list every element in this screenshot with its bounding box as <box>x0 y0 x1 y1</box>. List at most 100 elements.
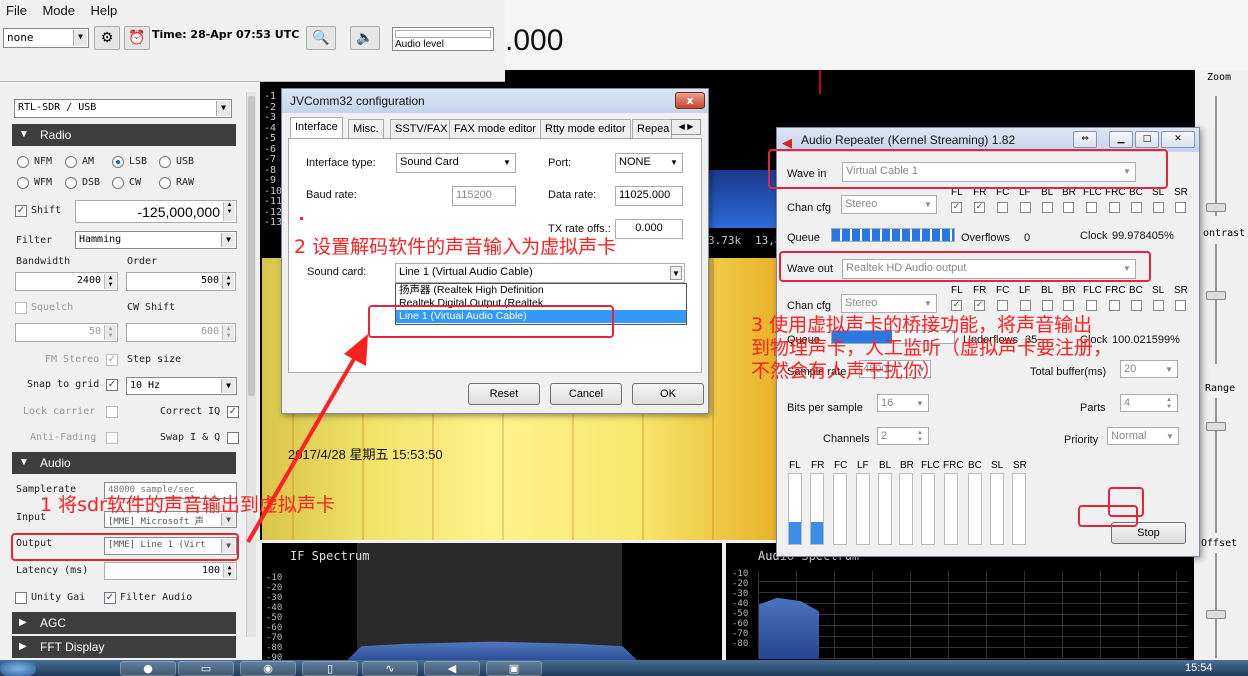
tab-misc[interactable]: Misc. <box>348 119 384 139</box>
maximize-button[interactable]: □ <box>1135 131 1159 148</box>
channels-input[interactable]: 2 ▲ ▼ <box>877 427 929 445</box>
lock-carrier-checkbox[interactable] <box>106 406 118 418</box>
close-button[interactable]: ✕ <box>1161 131 1195 148</box>
port-select[interactable]: NONE ▼ <box>615 153 683 173</box>
agc-section-header[interactable]: ▶ AGC <box>12 612 236 634</box>
channel-checkbox[interactable] <box>997 202 1008 213</box>
spin-icon[interactable]: ▲ ▼ <box>222 274 234 289</box>
channel-checkbox[interactable] <box>1109 202 1120 213</box>
channel-checkbox[interactable] <box>1153 300 1164 311</box>
tab-scroll-buttons[interactable]: ◀ ▶ <box>671 119 701 135</box>
bits-per-sample-select[interactable]: 16 ▼ <box>877 394 929 412</box>
channel-checkbox[interactable] <box>1153 202 1164 213</box>
taskbar-repeater[interactable]: ◀ <box>424 661 480 676</box>
data-rate-input[interactable]: 11025.000 <box>615 186 683 206</box>
bandwidth-input[interactable]: 2400 ▲ ▼ <box>15 272 118 291</box>
total-buffer-select[interactable]: 20 ▼ <box>1120 360 1178 378</box>
mode-wfm-radio[interactable] <box>17 177 29 189</box>
if-spectrum[interactable]: IF Spectrum -10 -20 -30 -40 -50 -60 -70 … <box>262 543 722 663</box>
minimize-button[interactable]: ▁ <box>1109 131 1133 148</box>
tab-repeater[interactable]: Repea <box>632 119 672 139</box>
priority-select[interactable]: Normal ▼ <box>1107 427 1179 445</box>
channel-checkbox[interactable] <box>997 300 1008 311</box>
mode-am-radio[interactable] <box>65 156 77 168</box>
tab-interface[interactable]: Interface <box>290 117 343 139</box>
device-select[interactable]: RTL-SDR / USB ▼ <box>14 99 232 118</box>
mode-raw-radio[interactable] <box>159 177 171 189</box>
step-size-select[interactable]: 10 Hz ▼ <box>126 377 237 395</box>
mode-cw-radio[interactable] <box>112 177 124 189</box>
channel-checkbox[interactable]: ✓ <box>974 300 985 311</box>
resize-button[interactable]: ⇔ <box>1073 131 1097 148</box>
channel-checkbox[interactable] <box>1131 300 1142 311</box>
taskbar-firefox[interactable]: ● <box>120 661 176 676</box>
anti-fading-checkbox[interactable] <box>106 432 118 444</box>
sound-card-option[interactable]: 扬声器 (Realtek High Definition <box>396 284 686 297</box>
channel-checkbox[interactable] <box>1175 202 1186 213</box>
swap-iq-checkbox[interactable] <box>227 432 239 444</box>
channel-checkbox[interactable]: ✓ <box>974 202 985 213</box>
correct-iq-checkbox[interactable]: ✓ <box>227 406 239 418</box>
unity-gain-checkbox[interactable] <box>15 592 27 604</box>
order-input[interactable]: 500 ▲ ▼ <box>126 272 236 291</box>
source-select[interactable]: none ▼ <box>3 28 89 48</box>
close-button[interactable]: x <box>675 92 705 109</box>
range-slider-thumb[interactable] <box>1206 422 1226 431</box>
baud-rate-input[interactable]: 115200 <box>452 186 516 206</box>
channel-checkbox[interactable] <box>1042 202 1053 213</box>
channel-checkbox[interactable] <box>1042 300 1053 311</box>
taskbar-sdr[interactable]: ∿ <box>362 661 418 676</box>
mode-lsb-radio[interactable] <box>112 156 124 168</box>
channel-checkbox[interactable] <box>1086 300 1097 311</box>
fm-stereo-checkbox[interactable]: ✓ <box>106 354 118 366</box>
filter-select[interactable]: Hamming ▼ <box>75 231 237 249</box>
tab-rtty-mode-editor[interactable]: Rtty mode editor <box>540 119 631 139</box>
spin-icon[interactable]: ▲ ▼ <box>223 564 235 578</box>
menu-file[interactable]: File <box>0 0 33 21</box>
contrast-slider-thumb[interactable] <box>1206 291 1226 300</box>
chan-cfg-out-select[interactable]: Stereo ▼ <box>841 294 937 313</box>
frequency-display[interactable]: .000 <box>505 24 563 58</box>
menu-mode[interactable]: Mode <box>36 0 81 21</box>
spin-icon[interactable]: ▲ ▼ <box>914 430 926 443</box>
config-button[interactable]: ⚙ <box>94 26 120 50</box>
cw-shift-input[interactable]: 600 ▲ ▼ <box>126 323 236 342</box>
spin-icon[interactable]: ▲ ▼ <box>1163 397 1175 410</box>
spin-icon[interactable]: ▲ ▼ <box>222 325 234 340</box>
taskbar-jvcomm[interactable]: ▣ <box>486 661 542 676</box>
channel-checkbox[interactable] <box>1131 202 1142 213</box>
sound-card-select[interactable]: Line 1 (Virtual Audio Cable) ▼ <box>395 263 685 283</box>
ok-button[interactable]: OK <box>632 383 704 405</box>
latency-input[interactable]: 100 ▲ ▼ <box>104 562 237 580</box>
mode-usb-radio[interactable] <box>159 156 171 168</box>
snap-grid-checkbox[interactable]: ✓ <box>106 379 118 391</box>
start-button[interactable] <box>0 661 36 676</box>
clock-button[interactable]: ⏰ <box>124 26 150 50</box>
tab-fax-mode-editor[interactable]: FAX mode editor <box>449 119 541 139</box>
radio-section-header[interactable]: ▼ Radio <box>12 124 236 146</box>
channel-checkbox[interactable] <box>1063 202 1074 213</box>
cancel-button[interactable]: Cancel <box>550 383 622 405</box>
mode-dsb-radio[interactable] <box>65 177 77 189</box>
tx-rate-input[interactable]: 0.000 <box>615 219 683 239</box>
squelch-input[interactable]: 50 ▲ ▼ <box>15 323 118 342</box>
channel-checkbox[interactable] <box>1086 202 1097 213</box>
filter-audio-checkbox[interactable]: ✓ <box>104 592 116 604</box>
shift-input[interactable]: -125,000,000 ▲ ▼ <box>75 200 237 223</box>
audio-spectrum[interactable]: Audio Spectrum -10 -20 -30 -40 -50 -60 -… <box>726 543 1194 660</box>
tab-sstv-fax[interactable]: SSTV/FAX <box>390 119 453 139</box>
channel-checkbox[interactable] <box>1020 300 1031 311</box>
zoom-button[interactable]: 🔍 <box>306 26 336 50</box>
mute-button[interactable]: 🔈 <box>350 26 380 50</box>
taskbar-document[interactable]: ▯ <box>302 661 358 676</box>
taskbar-explorer[interactable]: ▭ <box>178 661 234 676</box>
fft-section-header[interactable]: ▶ FFT Display <box>12 636 236 658</box>
parts-input[interactable]: 4 ▲ ▼ <box>1120 394 1178 412</box>
spin-icon[interactable]: ▲ ▼ <box>223 202 235 221</box>
shift-checkbox[interactable]: ✓ <box>15 205 27 217</box>
channel-checkbox[interactable] <box>1063 300 1074 311</box>
squelch-checkbox[interactable] <box>15 302 27 314</box>
channel-checkbox[interactable] <box>1175 300 1186 311</box>
chan-cfg-in-select[interactable]: Stereo ▼ <box>841 195 937 214</box>
audio-section-header[interactable]: ▼ Audio <box>12 452 236 474</box>
